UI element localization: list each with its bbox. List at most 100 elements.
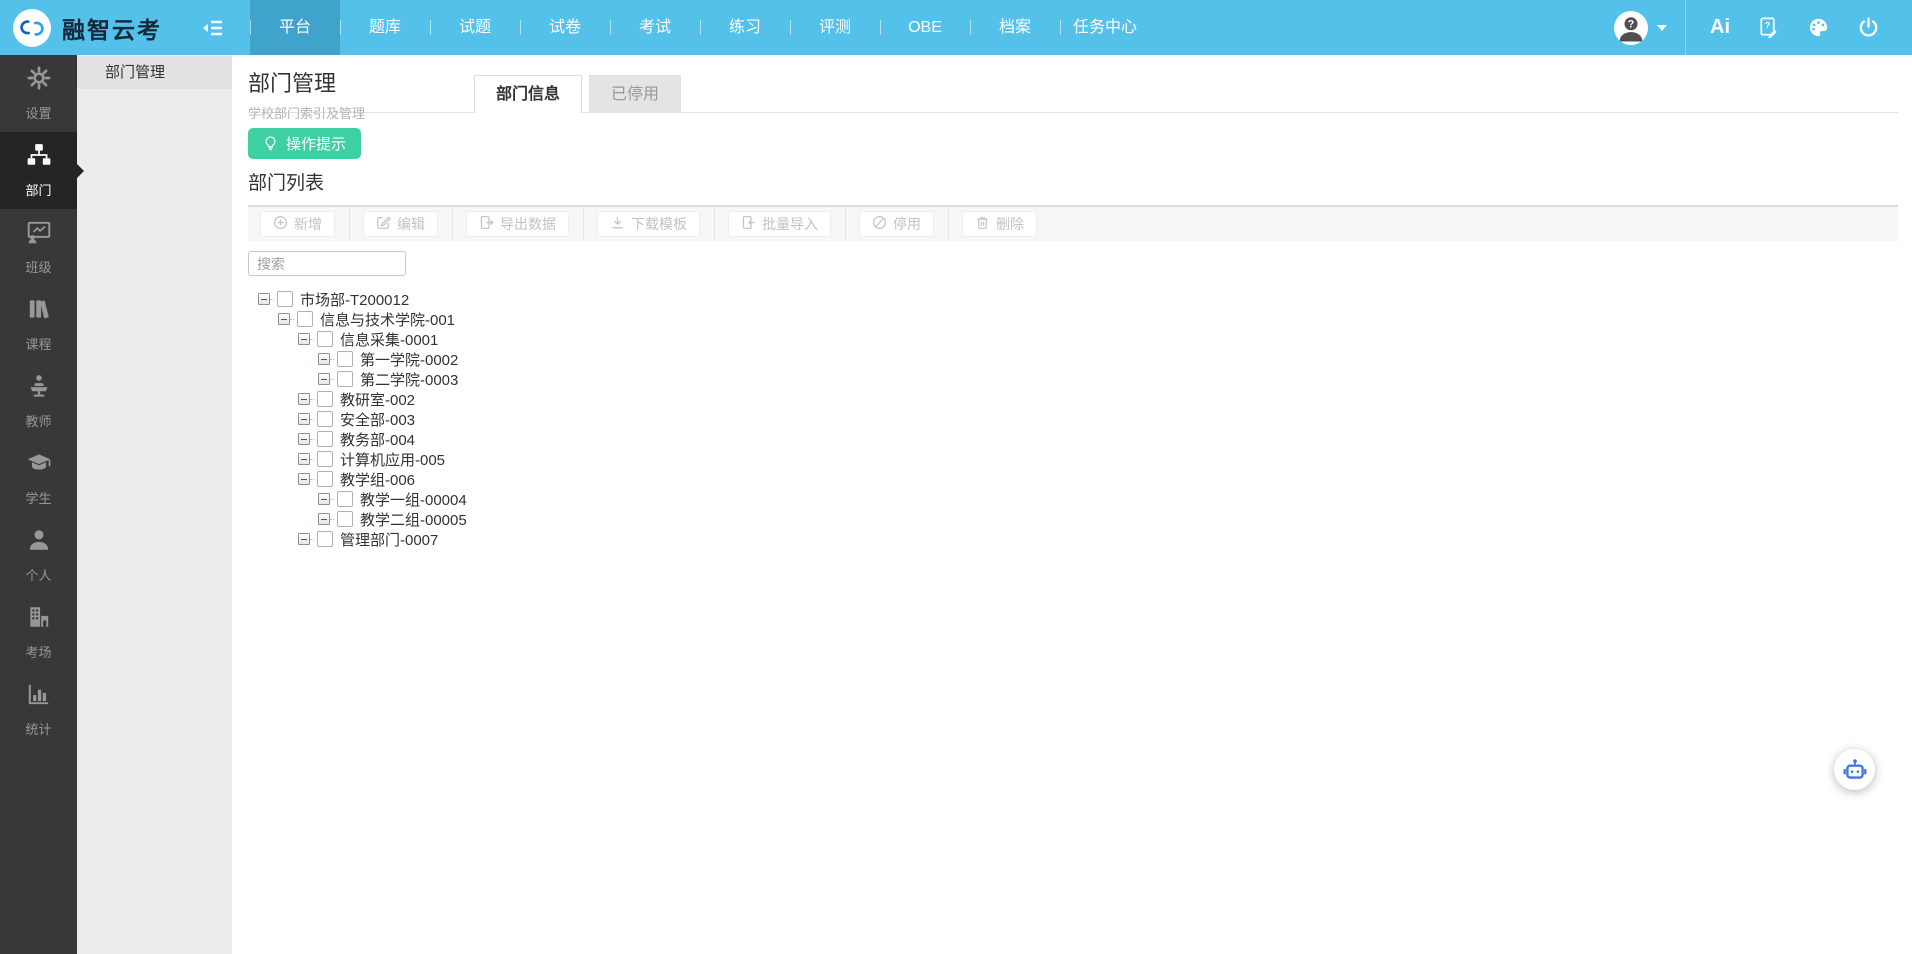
import-icon (741, 215, 756, 233)
top-nav-label: 考试 (638, 19, 671, 36)
tree-checkbox[interactable] (317, 471, 333, 487)
tree-collapse-toggle[interactable] (298, 533, 310, 545)
sidebar-item[interactable]: 考场 (0, 594, 77, 671)
top-nav-item[interactable]: 题库 (340, 0, 430, 55)
toolbar-button[interactable]: 停用 (845, 209, 934, 240)
tree-node-label[interactable]: 管理部门-0007 (340, 529, 438, 550)
sidebar-item-label: 教师 (25, 414, 52, 429)
tree-node-label[interactable]: 信息与技术学院-001 (320, 309, 455, 330)
tree-connector (330, 498, 334, 500)
tree-collapse-toggle[interactable] (298, 393, 310, 405)
tree-connector (310, 398, 314, 400)
tree-node-label[interactable]: 信息采集-0001 (340, 329, 438, 350)
tree-checkbox[interactable] (317, 391, 333, 407)
submenu-item[interactable]: 部门管理 (77, 56, 232, 89)
tree-checkbox[interactable] (297, 311, 313, 327)
svg-text:?: ? (1765, 20, 1770, 30)
sidebar-item[interactable]: 个人 (0, 517, 77, 594)
sidebar-item[interactable]: 学生 (0, 440, 77, 517)
tree-collapse-toggle[interactable] (298, 433, 310, 445)
sidebar-item[interactable]: 设置 (0, 55, 77, 132)
tree-checkbox[interactable] (277, 291, 293, 307)
tree-checkbox[interactable] (317, 451, 333, 467)
download-icon (610, 215, 625, 233)
tree-checkbox[interactable] (317, 331, 333, 347)
tree-collapse-toggle[interactable] (318, 513, 330, 525)
tab[interactable]: 已停用 (589, 75, 682, 113)
toolbar-button[interactable]: 编辑 (349, 209, 438, 240)
top-nav-item[interactable]: 练习 (700, 0, 790, 55)
top-nav-label: 试题 (458, 19, 491, 36)
top-nav-item[interactable]: 档案 (970, 0, 1060, 55)
top-nav-item[interactable]: 任务中心 (1060, 0, 1150, 55)
toolbar-button[interactable]: 新增 (260, 211, 335, 237)
top-nav-item[interactable]: 平台 (250, 0, 340, 55)
department-tree: 市场部-T200012 信息与技术学院-001 信息采集-0001 第一学院-0… (248, 289, 1898, 549)
ai-robot-fab[interactable] (1834, 749, 1875, 790)
operation-tips-label: 操作提示 (286, 136, 347, 153)
top-nav-item[interactable]: 评测 (790, 0, 880, 55)
tree-node-label[interactable]: 市场部-T200012 (300, 289, 409, 310)
tab[interactable]: 部门信息 (474, 75, 583, 113)
operation-tips-button[interactable]: 操作提示 (248, 128, 362, 159)
tree-checkbox[interactable] (317, 411, 333, 427)
toolbar-button[interactable]: 下载模板 (583, 209, 700, 240)
logout-power-icon[interactable] (1857, 16, 1880, 39)
tree-row: 教学组-006 (248, 469, 1898, 489)
search-input[interactable] (248, 251, 406, 276)
sidebar-item[interactable]: 教师 (0, 363, 77, 440)
top-nav-item[interactable]: 试题 (430, 0, 520, 55)
top-navigation: 平台 题库 试题 试卷 考试 练习 评测 OBE 档案 任务中心 (250, 0, 1150, 55)
tree-connector (270, 298, 274, 300)
tree-collapse-toggle[interactable] (298, 453, 310, 465)
help-doc-icon[interactable]: ? (1757, 16, 1780, 39)
sidebar-item[interactable]: 班级 (0, 209, 77, 286)
toolbar-button[interactable]: 删除 (948, 209, 1037, 240)
tree-collapse-toggle[interactable] (278, 313, 290, 325)
user-avatar[interactable]: ? (1614, 10, 1648, 45)
tree-checkbox[interactable] (337, 371, 353, 387)
tree-collapse-toggle[interactable] (318, 373, 330, 385)
tree-collapse-toggle[interactable] (318, 493, 330, 505)
main-content: 部门管理 学校部门索引及管理 部门信息 已停用 操作提示 部门列表 新增 编辑 (232, 55, 1912, 954)
tree-node-label[interactable]: 教研室-002 (340, 389, 415, 410)
tree-checkbox[interactable] (317, 431, 333, 447)
sidebar-item[interactable]: 部门 (0, 132, 84, 209)
top-nav-item[interactable]: OBE (880, 0, 970, 55)
collapse-menu-icon[interactable] (202, 19, 224, 37)
top-nav-label: 任务中心 (1072, 19, 1137, 36)
tree-collapse-toggle[interactable] (298, 333, 310, 345)
topbar-right: ? Ai ? (1614, 0, 1912, 55)
tree-node-label[interactable]: 教务部-004 (340, 429, 415, 450)
stats-icon (26, 681, 52, 712)
tree-collapse-toggle[interactable] (258, 293, 270, 305)
avatar-dropdown-caret[interactable] (1657, 24, 1667, 36)
tree-node-label[interactable]: 第二学院-0003 (360, 369, 458, 390)
tree-checkbox[interactable] (337, 491, 353, 507)
top-nav-item[interactable]: 考试 (610, 0, 700, 55)
tree-collapse-toggle[interactable] (318, 353, 330, 365)
tree-checkbox[interactable] (317, 531, 333, 547)
ai-assistant-button[interactable]: Ai (1710, 16, 1730, 39)
tree-collapse-toggle[interactable] (298, 473, 310, 485)
sidebar-item[interactable]: 课程 (0, 286, 77, 363)
tree-collapse-toggle[interactable] (298, 413, 310, 425)
tree-node-label[interactable]: 教学一组-00004 (360, 489, 467, 510)
tree-node-label[interactable]: 第一学院-0002 (360, 349, 458, 370)
theme-palette-icon[interactable] (1807, 16, 1830, 39)
top-nav-item[interactable]: 试卷 (520, 0, 610, 55)
toolbar-button[interactable]: 导出数据 (452, 209, 569, 240)
tree-node-label[interactable]: 安全部-003 (340, 409, 415, 430)
toolbar-button[interactable]: 批量导入 (714, 209, 831, 240)
tree-node-label[interactable]: 教学二组-00005 (360, 509, 467, 530)
tree-checkbox[interactable] (337, 351, 353, 367)
tree-row: 教研室-002 (248, 389, 1898, 409)
sidebar-item[interactable]: 统计 (0, 671, 77, 748)
top-nav-label: 评测 (818, 19, 851, 36)
tree-row: 教学一组-00004 (248, 489, 1898, 509)
tree-node-label[interactable]: 计算机应用-005 (340, 449, 445, 470)
topbar: 融智云考 平台 题库 试题 试卷 考试 练习 评测 OBE 档案 任务中心 ? … (0, 0, 1912, 55)
tree-node-label[interactable]: 教学组-006 (340, 469, 415, 490)
trash-icon (975, 215, 990, 233)
tree-checkbox[interactable] (337, 511, 353, 527)
